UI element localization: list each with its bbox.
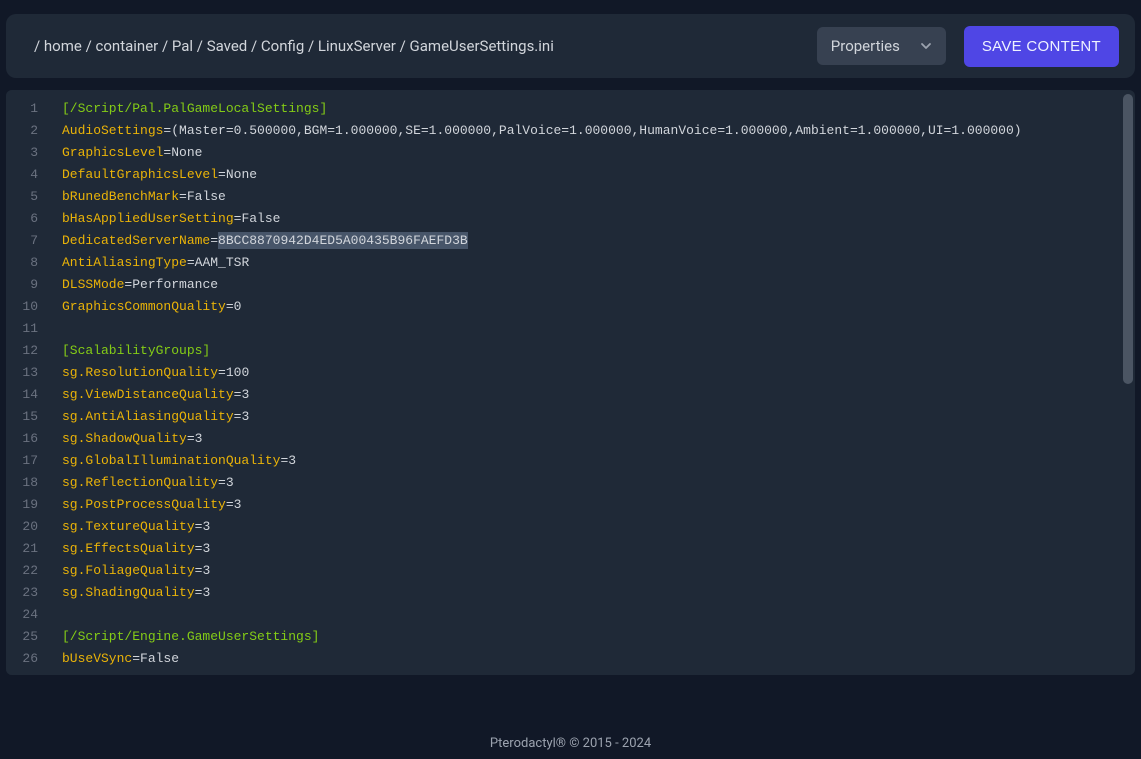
line-number: 5 — [6, 186, 44, 208]
breadcrumb-segment[interactable]: Config — [261, 37, 308, 55]
line-number: 12 — [6, 340, 44, 362]
line-number: 11 — [6, 318, 44, 340]
code-line[interactable]: bUseVSync=False — [54, 648, 1135, 670]
code-line[interactable]: GraphicsLevel=None — [54, 142, 1135, 164]
scrollbar-track[interactable] — [1123, 94, 1133, 671]
breadcrumb-segment[interactable]: container — [96, 37, 162, 55]
line-number: 20 — [6, 516, 44, 538]
code-line[interactable]: sg.ViewDistanceQuality=3 — [54, 384, 1135, 406]
line-number: 22 — [6, 560, 44, 582]
footer-text: Pterodactyl® © 2015 - 2024 — [0, 736, 1141, 751]
line-number: 18 — [6, 472, 44, 494]
breadcrumb-segment[interactable]: GameUserSettings.ini — [410, 37, 554, 55]
chevron-down-icon — [920, 40, 932, 52]
line-number: 23 — [6, 582, 44, 604]
code-line[interactable]: [ScalabilityGroups] — [54, 340, 1135, 362]
code-line[interactable] — [54, 318, 1135, 340]
code-line[interactable]: sg.AntiAliasingQuality=3 — [54, 406, 1135, 428]
code-line[interactable]: DedicatedServerName=8BCC8870942D4ED5A004… — [54, 230, 1135, 252]
line-number: 19 — [6, 494, 44, 516]
code-line[interactable]: sg.TextureQuality=3 — [54, 516, 1135, 538]
syntax-dropdown[interactable]: Properties — [817, 27, 946, 65]
breadcrumb: / home / container / Pal / Saved / Confi… — [34, 37, 554, 55]
header-bar: / home / container / Pal / Saved / Confi… — [6, 14, 1135, 78]
header-actions: Properties SAVE CONTENT — [817, 26, 1119, 67]
line-number: 25 — [6, 626, 44, 648]
line-number: 16 — [6, 428, 44, 450]
breadcrumb-segment[interactable]: home — [44, 37, 86, 55]
code-line[interactable]: [/Script/Pal.PalGameLocalSettings] — [54, 98, 1135, 120]
breadcrumb-segment[interactable]: Pal — [172, 37, 197, 55]
breadcrumb-segment[interactable]: LinuxServer — [318, 37, 400, 55]
line-number: 2 — [6, 120, 44, 142]
line-number: 24 — [6, 604, 44, 626]
scrollbar-thumb[interactable] — [1123, 94, 1133, 384]
code-line[interactable]: sg.ResolutionQuality=100 — [54, 362, 1135, 384]
line-number: 10 — [6, 296, 44, 318]
line-gutter: 1234567891011121314151617181920212223242… — [6, 90, 54, 675]
code-line[interactable]: sg.ShadowQuality=3 — [54, 428, 1135, 450]
line-number: 1 — [6, 98, 44, 120]
breadcrumb-separator: / — [34, 37, 44, 55]
line-number: 26 — [6, 648, 44, 670]
code-line[interactable]: AudioSettings=(Master=0.500000,BGM=1.000… — [54, 120, 1135, 142]
code-content[interactable]: [/Script/Pal.PalGameLocalSettings]AudioS… — [54, 90, 1135, 675]
code-line[interactable]: AntiAliasingType=AAM_TSR — [54, 252, 1135, 274]
code-line[interactable]: sg.ShadingQuality=3 — [54, 582, 1135, 604]
line-number: 14 — [6, 384, 44, 406]
line-number: 15 — [6, 406, 44, 428]
code-line[interactable]: DefaultGraphicsLevel=None — [54, 164, 1135, 186]
line-number: 17 — [6, 450, 44, 472]
breadcrumb-separator: / — [400, 37, 410, 55]
code-line[interactable]: sg.EffectsQuality=3 — [54, 538, 1135, 560]
line-number: 6 — [6, 208, 44, 230]
code-line[interactable]: [/Script/Engine.GameUserSettings] — [54, 626, 1135, 648]
code-line[interactable]: sg.PostProcessQuality=3 — [54, 494, 1135, 516]
code-line[interactable] — [54, 604, 1135, 626]
line-number: 8 — [6, 252, 44, 274]
line-number: 9 — [6, 274, 44, 296]
save-button[interactable]: SAVE CONTENT — [964, 26, 1119, 67]
breadcrumb-separator: / — [86, 37, 96, 55]
breadcrumb-separator: / — [162, 37, 172, 55]
breadcrumb-separator: / — [251, 37, 261, 55]
code-line[interactable]: DLSSMode=Performance — [54, 274, 1135, 296]
dropdown-label: Properties — [831, 37, 900, 55]
breadcrumb-separator: / — [197, 37, 207, 55]
code-line[interactable]: sg.GlobalIlluminationQuality=3 — [54, 450, 1135, 472]
line-number: 13 — [6, 362, 44, 384]
breadcrumb-separator: / — [308, 37, 318, 55]
code-editor[interactable]: 1234567891011121314151617181920212223242… — [6, 90, 1135, 675]
code-line[interactable]: bHasAppliedUserSetting=False — [54, 208, 1135, 230]
breadcrumb-segment[interactable]: Saved — [207, 37, 251, 55]
line-number: 21 — [6, 538, 44, 560]
line-number: 3 — [6, 142, 44, 164]
code-line[interactable]: sg.ReflectionQuality=3 — [54, 472, 1135, 494]
code-line[interactable]: GraphicsCommonQuality=0 — [54, 296, 1135, 318]
code-line[interactable]: bRunedBenchMark=False — [54, 186, 1135, 208]
code-line[interactable]: sg.FoliageQuality=3 — [54, 560, 1135, 582]
line-number: 7 — [6, 230, 44, 252]
line-number: 4 — [6, 164, 44, 186]
